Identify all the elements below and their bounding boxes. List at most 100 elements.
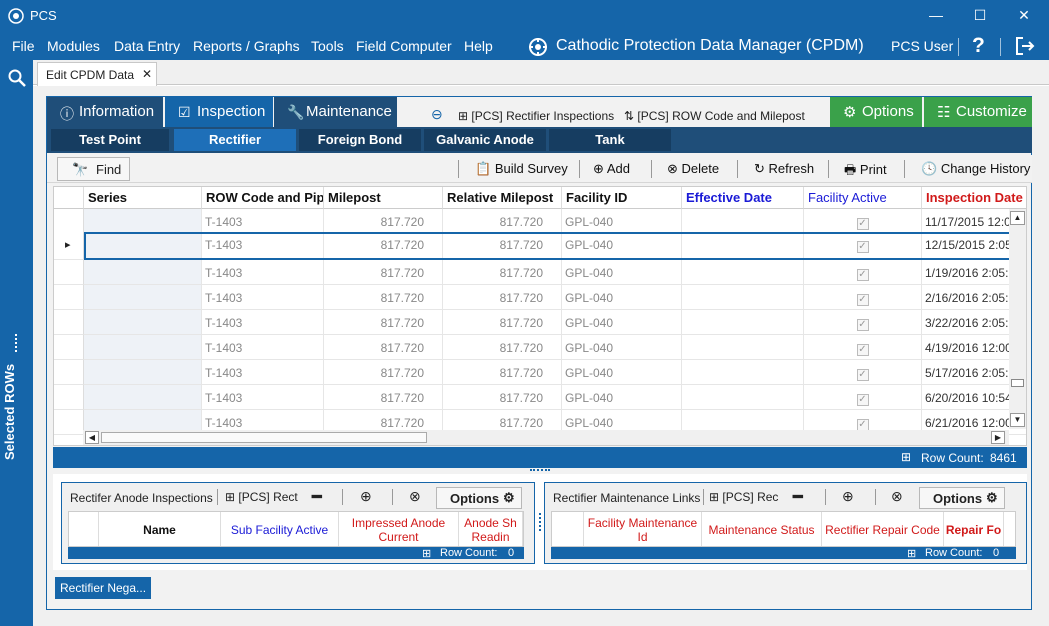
- collapse-icon[interactable]: ⊖: [431, 106, 443, 123]
- column-header[interactable]: Facility ID: [562, 187, 682, 209]
- add-button[interactable]: ⊕ Add: [593, 161, 630, 177]
- subtab-test-point[interactable]: Test Point: [51, 129, 169, 151]
- cell-facility-active[interactable]: ✓: [804, 335, 922, 360]
- find-button[interactable]: 🔭 Find: [57, 157, 130, 181]
- rectifier-negative-tab[interactable]: Rectifier Nega...: [55, 577, 151, 599]
- row-header[interactable]: ▸: [54, 232, 84, 260]
- add-circle-icon[interactable]: ⊕: [842, 488, 854, 505]
- build-survey-button[interactable]: 📋 Build Survey: [475, 161, 568, 177]
- selected-rows-label[interactable]: Selected ROWs: [2, 364, 17, 460]
- cell-facility-id[interactable]: GPL-040: [562, 232, 682, 260]
- scroll-up-arrow-icon[interactable]: ▲: [1010, 211, 1025, 225]
- column-header[interactable]: Sub Facility Active: [221, 512, 339, 546]
- cell-facility-id[interactable]: GPL-040: [562, 310, 682, 335]
- row-header[interactable]: [54, 385, 84, 410]
- link-rectifier-inspections[interactable]: ⊞ [PCS] Rectifier Inspections: [458, 109, 614, 123]
- tab-inspection[interactable]: ☑ Inspection: [165, 97, 273, 127]
- cell-facility-id[interactable]: GPL-040: [562, 360, 682, 385]
- cell-series[interactable]: [84, 232, 202, 260]
- splitter-grip[interactable]: [530, 469, 550, 472]
- cell-milepost[interactable]: 817.720: [324, 335, 443, 360]
- cell-effective-date[interactable]: [682, 285, 804, 310]
- minimize-button[interactable]: —: [913, 0, 959, 32]
- column-header[interactable]: Rectifier Repair Code: [822, 512, 944, 546]
- cell-effective-date[interactable]: [682, 385, 804, 410]
- row-header[interactable]: [54, 360, 84, 385]
- cell-series[interactable]: [84, 209, 202, 234]
- link-row-code-milepost[interactable]: ⇅ [PCS] ROW Code and Milepost: [624, 109, 805, 123]
- close-window-button[interactable]: ✕: [1001, 0, 1047, 32]
- scroll-thumb[interactable]: [1011, 379, 1024, 387]
- row-header[interactable]: [54, 410, 84, 435]
- cell-milepost[interactable]: 817.720: [324, 209, 443, 234]
- cell-relative-milepost[interactable]: 817.720: [443, 285, 562, 310]
- row-header[interactable]: [54, 310, 84, 335]
- main-data-grid[interactable]: Series ROW Code and Pipe Milepost Relative …: [53, 186, 1027, 446]
- cell-row-code[interactable]: T-1403: [202, 260, 324, 285]
- customize-button[interactable]: ☷ Customize: [924, 97, 1032, 127]
- cell-relative-milepost[interactable]: 817.720: [443, 209, 562, 234]
- scroll-down-arrow-icon[interactable]: ▼: [1010, 413, 1025, 427]
- cell-series[interactable]: [84, 260, 202, 285]
- cell-effective-date[interactable]: [682, 360, 804, 385]
- cell-effective-date[interactable]: [682, 335, 804, 360]
- cell-series[interactable]: [84, 285, 202, 310]
- change-history-button[interactable]: 🕓 Change History: [921, 161, 1030, 177]
- scroll-left-arrow-icon[interactable]: ◀: [85, 431, 99, 444]
- cell-relative-milepost[interactable]: 817.720: [443, 385, 562, 410]
- cell-row-code[interactable]: T-1403: [202, 385, 324, 410]
- close-tab-icon[interactable]: ✕: [142, 67, 152, 81]
- cell-row-code[interactable]: T-1403: [202, 310, 324, 335]
- tab-information[interactable]: ⓘ Information: [47, 97, 163, 127]
- tab-edit-cpdm-data[interactable]: Edit CPDM Data ✕: [37, 62, 157, 86]
- cell-series[interactable]: [84, 310, 202, 335]
- options-button[interactable]: ⚙ Options: [830, 97, 922, 127]
- vertical-scrollbar[interactable]: ▲ ▼: [1009, 209, 1026, 429]
- cell-facility-active[interactable]: ✓: [804, 285, 922, 310]
- subtab-rectifier[interactable]: Rectifier: [174, 129, 296, 151]
- panel-link[interactable]: ⊞ [PCS] Rec: [709, 490, 778, 504]
- column-header[interactable]: Facility Maintenance Id: [584, 512, 702, 546]
- cell-effective-date[interactable]: [682, 209, 804, 234]
- cell-effective-date[interactable]: [682, 232, 804, 260]
- cell-row-code[interactable]: T-1403: [202, 285, 324, 310]
- cell-facility-active[interactable]: ✓: [804, 209, 922, 234]
- subtab-tank[interactable]: Tank: [549, 129, 671, 151]
- cell-facility-active[interactable]: ✓: [804, 260, 922, 285]
- cell-relative-milepost[interactable]: 817.720: [443, 310, 562, 335]
- cell-facility-id[interactable]: GPL-040: [562, 209, 682, 234]
- logout-icon[interactable]: [1014, 35, 1036, 57]
- cell-facility-active[interactable]: ✓: [804, 232, 922, 260]
- column-header[interactable]: Inspection Date: [922, 187, 1026, 209]
- column-header[interactable]: Relative Milepost: [443, 187, 562, 209]
- menu-tools[interactable]: Tools: [311, 38, 344, 54]
- horizontal-scrollbar[interactable]: ◀ ▶: [83, 430, 1009, 445]
- maximize-button[interactable]: ☐: [957, 0, 1003, 32]
- cell-milepost[interactable]: 817.720: [324, 232, 443, 260]
- row-header[interactable]: [54, 209, 84, 234]
- subtab-foreign-bond[interactable]: Foreign Bond: [299, 129, 421, 151]
- cell-series[interactable]: [84, 385, 202, 410]
- add-circle-icon[interactable]: ⊕: [360, 488, 372, 505]
- refresh-button[interactable]: ↻ Refresh: [754, 161, 814, 177]
- help-icon[interactable]: ?: [972, 34, 985, 58]
- column-header[interactable]: Repair Fo: [944, 512, 1004, 546]
- delete-button[interactable]: ⊗ Delete: [667, 161, 719, 177]
- cell-milepost[interactable]: 817.720: [324, 260, 443, 285]
- hscroll-thumb[interactable]: [101, 432, 427, 443]
- cell-series[interactable]: [84, 335, 202, 360]
- column-header[interactable]: Name: [99, 512, 221, 546]
- menu-data-entry[interactable]: Data Entry: [114, 38, 180, 54]
- delete-circle-icon[interactable]: ⊗: [891, 488, 903, 505]
- menu-modules[interactable]: Modules: [47, 38, 100, 54]
- cell-facility-active[interactable]: ✓: [804, 360, 922, 385]
- cell-relative-milepost[interactable]: 817.720: [443, 260, 562, 285]
- cell-milepost[interactable]: 817.720: [324, 285, 443, 310]
- panel-options-button[interactable]: Options ⚙: [919, 487, 1005, 509]
- print-button[interactable]: 🖶 Print: [844, 161, 887, 183]
- cell-relative-milepost[interactable]: 817.720: [443, 335, 562, 360]
- panel-splitter-grip[interactable]: [539, 513, 541, 531]
- cell-series[interactable]: [84, 360, 202, 385]
- cell-effective-date[interactable]: [682, 310, 804, 335]
- row-header[interactable]: [54, 285, 84, 310]
